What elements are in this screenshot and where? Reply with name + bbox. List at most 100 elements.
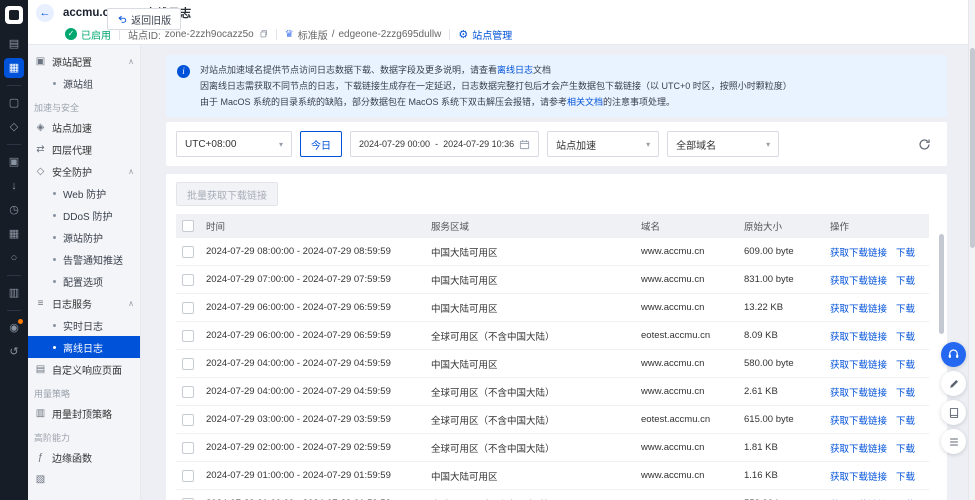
sidebar-item-origin-config[interactable]: ▣ 源站配置 ∧ [28, 50, 140, 72]
get-download-link[interactable]: 获取下载链接 [830, 276, 887, 287]
search-icon[interactable]: ○ [4, 248, 24, 268]
cell-domain: www.accmu.cn [635, 293, 738, 322]
download-icon[interactable]: ↓ [4, 176, 24, 196]
sidebar-item-web-protection[interactable]: Web 防护 [28, 182, 140, 204]
row-checkbox[interactable] [182, 385, 194, 398]
switch-icon[interactable]: ↺ [4, 342, 24, 362]
iconbar-divider [7, 275, 21, 276]
site-list-icon[interactable]: ▦ [4, 58, 24, 78]
cell-region: 中国大陆可用区 [425, 265, 635, 294]
sidebar-item-realtime-logs[interactable]: 实时日志 [28, 314, 140, 336]
download-link[interactable]: 下载 [896, 276, 915, 287]
banner-link[interactable]: 相关文档 [567, 97, 603, 107]
app-logo-icon[interactable] [5, 6, 23, 24]
copy-icon[interactable] [258, 29, 268, 39]
row-checkbox[interactable] [182, 413, 194, 426]
download-link[interactable]: 下载 [896, 388, 915, 399]
download-link[interactable]: 下载 [896, 248, 915, 259]
sidebar-item-security[interactable]: ◇ 安全防护 ∧ [28, 160, 140, 182]
download-link[interactable]: 下载 [896, 304, 915, 315]
dashboard-icon[interactable]: ▤ [4, 34, 24, 54]
banner-link[interactable]: 离线日志 [497, 65, 533, 75]
download-link[interactable]: 下载 [896, 444, 915, 455]
docs-button[interactable] [941, 400, 966, 425]
row-checkbox[interactable] [182, 469, 194, 482]
row-checkbox[interactable] [182, 357, 194, 370]
row-checkbox[interactable] [182, 301, 194, 314]
col-size: 原始大小 [738, 214, 824, 238]
monitor-icon[interactable]: ▢ [4, 93, 24, 113]
site-manage-link[interactable]: ⚙ 站点管理 [458, 27, 512, 42]
menu-button[interactable] [941, 429, 966, 454]
chevron-up-icon: ∧ [128, 298, 134, 308]
today-button[interactable]: 今日 [300, 131, 342, 157]
get-download-link[interactable]: 获取下载链接 [830, 248, 887, 259]
origin-icon: ▣ [35, 55, 46, 67]
usage-cap-icon: ▥ [35, 407, 46, 419]
sidebar-item-origin-group[interactable]: 源站组 [28, 72, 140, 94]
bullet-dot [53, 191, 56, 195]
sidebar-item-usage-cap[interactable]: ▥ 用量封顶策略 [28, 402, 140, 424]
sidebar-item-l4-proxy[interactable]: ⇄ 四层代理 [28, 138, 140, 160]
banner-lines: 对站点加速域名提供节点访问日志数据下载、数据字段及更多说明，请查看离线日志文档因… [200, 62, 935, 110]
sidebar-item-custom-response-page[interactable]: ▤ 自定义响应页面 [28, 358, 140, 380]
sidebar-item-edge-functions[interactable]: ƒ 边缘函数 [28, 446, 140, 468]
sidebar-item-config-options[interactable]: 配置选项 [28, 270, 140, 292]
select-all-checkbox[interactable] [182, 220, 194, 232]
download-link[interactable]: 下载 [896, 332, 915, 343]
banner-line: 因离线日志需获取不同节点的日志，下载链接生成存在一定延迟，日志数据完整打包后才会… [200, 78, 935, 94]
download-link[interactable]: 下载 [896, 360, 915, 371]
domain-select[interactable]: 全部域名 ▾ [667, 131, 780, 157]
table-scrollbar[interactable] [939, 234, 944, 334]
support-chat-button[interactable] [941, 342, 966, 367]
back-button[interactable]: ← [36, 4, 54, 22]
history-icon[interactable]: ◷ [4, 200, 24, 220]
cell-actions: 获取下载链接下载 [824, 405, 929, 434]
date-range-picker[interactable]: 2024-07-29 00:00 - 2024-07-29 10:36 [350, 131, 540, 157]
status-badge: ✓ 已启用 [65, 27, 111, 42]
timezone-select[interactable]: UTC+08:00 ▾ [176, 131, 292, 157]
download-link[interactable]: 下载 [896, 472, 915, 483]
sidebar-item-offline-logs[interactable]: 离线日志 [28, 336, 140, 358]
get-download-link[interactable]: 获取下载链接 [830, 472, 887, 483]
refresh-button[interactable] [911, 131, 937, 157]
batch-download-button[interactable]: 批量获取下载链接 [176, 182, 278, 206]
package-icon[interactable]: ▣ [4, 152, 24, 172]
certificate-icon[interactable]: ◇ [4, 117, 24, 137]
info-icon: i [177, 65, 190, 78]
get-download-link[interactable]: 获取下载链接 [830, 388, 887, 399]
row-checkbox[interactable] [182, 273, 194, 286]
sidebar-item-origin-protection[interactable]: 源站防护 [28, 226, 140, 248]
get-download-link[interactable]: 获取下载链接 [830, 416, 887, 427]
cell-size: 1.16 KB [738, 461, 824, 490]
cell-time: 2024-07-29 07:00:00 - 2024-07-29 07:59:5… [200, 265, 425, 294]
feedback-button[interactable] [941, 371, 966, 396]
service-scope-select[interactable]: 站点加速 ▾ [547, 131, 660, 157]
page-scrollbar[interactable] [968, 0, 975, 500]
notification-icon[interactable]: ◉ [4, 318, 24, 338]
row-checkbox[interactable] [182, 441, 194, 454]
cell-domain: www.accmu.cn [635, 461, 738, 490]
get-download-link[interactable]: 获取下载链接 [830, 332, 887, 343]
sidebar-item-bottom-partial[interactable]: ▧ [28, 468, 140, 490]
cell-size: 1.81 KB [738, 433, 824, 462]
download-link[interactable]: 下载 [896, 416, 915, 427]
get-download-link[interactable]: 获取下载链接 [830, 444, 887, 455]
apps-icon[interactable]: ▦ [4, 224, 24, 244]
sidebar-item-log-service[interactable]: ≡ 日志服务 ∧ [28, 292, 140, 314]
site-manage-label: 站点管理 [472, 30, 513, 42]
row-checkbox[interactable] [182, 245, 194, 258]
table-row: 2024-07-29 01:00:00 - 2024-07-29 01:59:5… [176, 461, 929, 490]
folder-icon[interactable]: ▥ [4, 283, 24, 303]
cell-region: 全球可用区（不含中国大陆） [425, 489, 635, 500]
row-checkbox[interactable] [182, 329, 194, 342]
page-scrollbar-thumb[interactable] [970, 48, 975, 248]
sidebar-item-alert-notification[interactable]: 告警通知推送 [28, 248, 140, 270]
sidebar-item-site-acceleration[interactable]: ◈ 站点加速 [28, 116, 140, 138]
sidebar-item-ddos-protection[interactable]: DDoS 防护 [28, 204, 140, 226]
log-table-card: 批量获取下载链接 时间 服务区域 域名 原始大小 操作 2024-07-29 0… [166, 174, 947, 500]
cell-size: 8.09 KB [738, 321, 824, 350]
plan-info[interactable]: ♛ 标准版 / edgeone-2zzg695dullw [285, 27, 442, 42]
get-download-link[interactable]: 获取下载链接 [830, 304, 887, 315]
get-download-link[interactable]: 获取下载链接 [830, 360, 887, 371]
